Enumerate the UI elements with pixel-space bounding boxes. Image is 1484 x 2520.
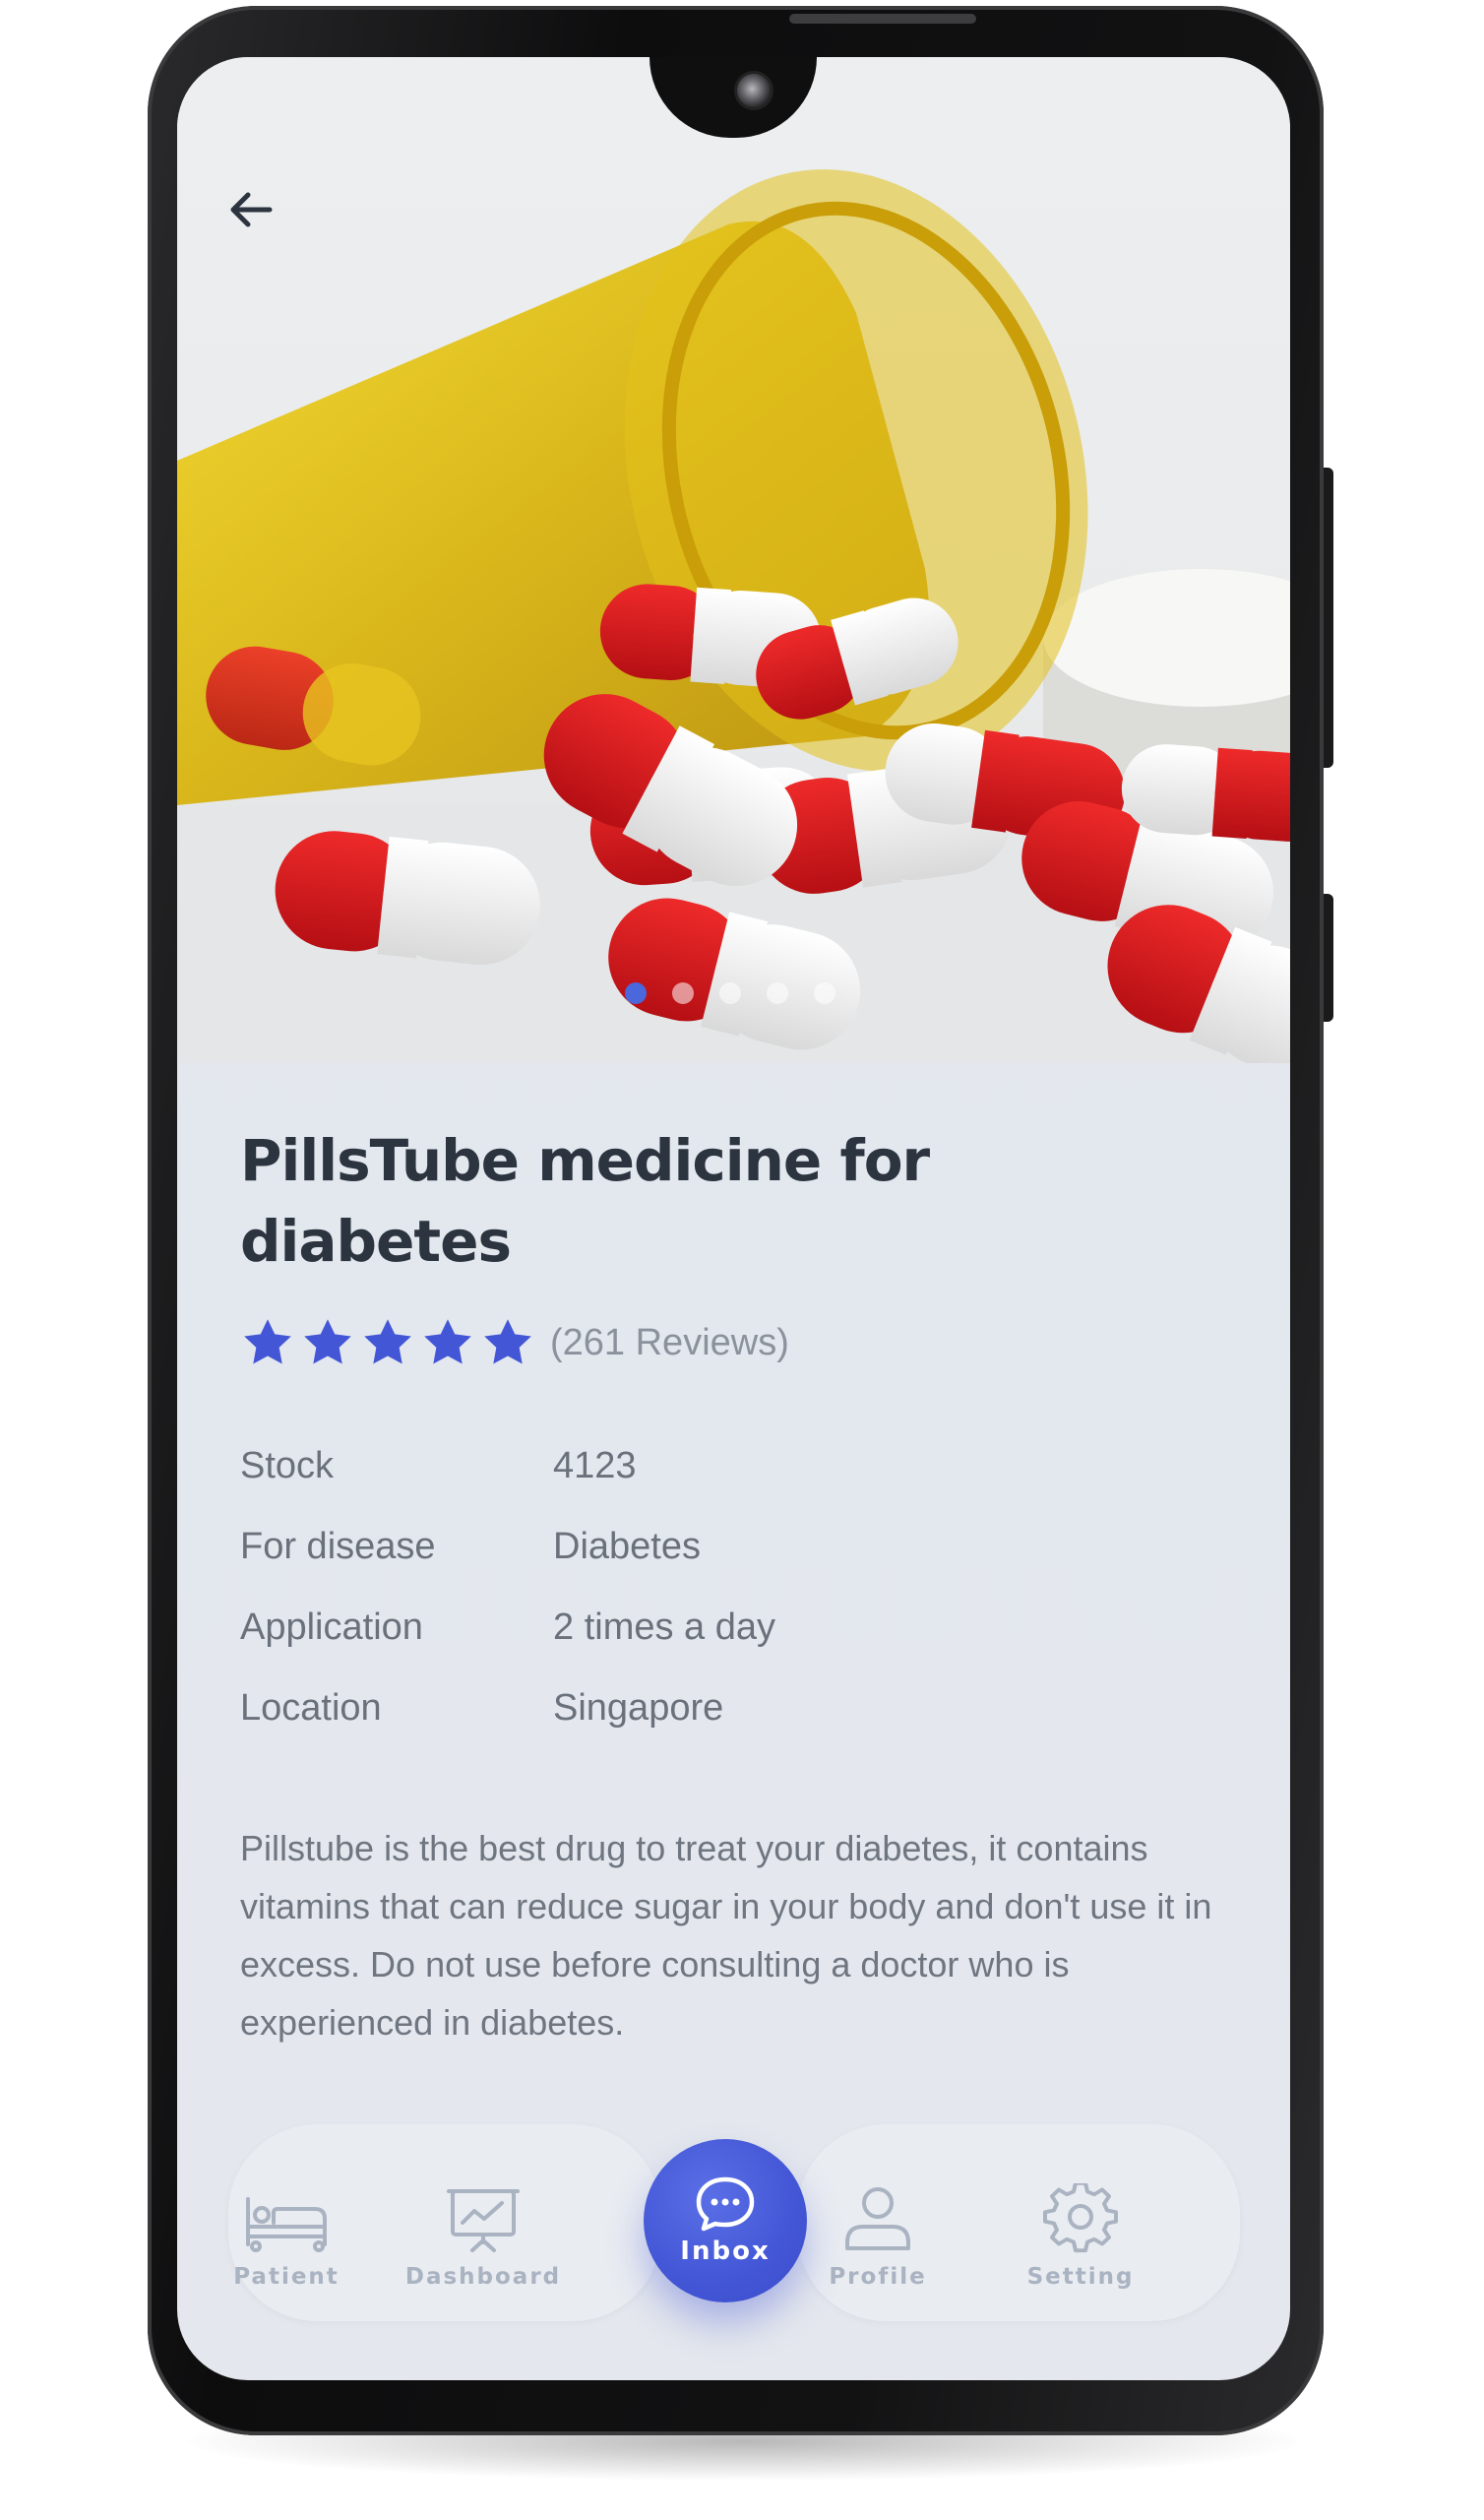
product-image-carousel[interactable] <box>177 57 1290 1063</box>
carousel-dot-1[interactable] <box>625 982 647 1004</box>
nav-label: Dashboard <box>404 2264 562 2290</box>
rating-row: (261 Reviews) <box>240 1315 789 1370</box>
nav-label: Setting <box>1026 2264 1135 2290</box>
spec-row-location: Location Singapore <box>240 1668 1126 1748</box>
device-mockup: PillsTube medicine for diabetes (261 Rev… <box>0 0 1484 2520</box>
carousel-dot-3[interactable] <box>719 982 741 1004</box>
app-screen: PillsTube medicine for diabetes (261 Rev… <box>177 57 1290 2380</box>
star-icon <box>424 1319 471 1364</box>
spec-value: 4123 <box>553 1444 637 1486</box>
carousel-indicator <box>625 982 835 1004</box>
product-title: PillsTube medicine for diabetes <box>240 1127 930 1275</box>
nav-item-inbox[interactable]: Inbox <box>644 2139 807 2302</box>
star-icon <box>244 1319 291 1364</box>
spec-label: Stock <box>240 1444 335 1486</box>
spec-row-stock: Stock 4123 <box>240 1425 1126 1506</box>
spec-value: Singapore <box>553 1686 724 1729</box>
front-camera <box>734 71 773 110</box>
spec-label: For disease <box>240 1525 436 1567</box>
nav-item-profile[interactable]: Profile <box>794 2183 961 2290</box>
gear-icon <box>1043 2183 1118 2253</box>
nav-item-patient[interactable]: Patient <box>203 2183 370 2290</box>
nav-item-dashboard[interactable]: Dashboard <box>400 2183 567 2290</box>
nav-item-setting[interactable]: Setting <box>997 2183 1164 2290</box>
spec-label: Application <box>240 1606 423 1648</box>
spec-row-disease: For disease Diabetes <box>240 1506 1126 1587</box>
user-icon <box>845 2187 910 2250</box>
carousel-dot-4[interactable] <box>767 982 788 1004</box>
chat-bubble-icon <box>696 2176 755 2232</box>
star-icon <box>484 1319 531 1364</box>
arrow-left-icon <box>230 192 273 227</box>
spec-row-application: Application 2 times a day <box>240 1587 1126 1668</box>
spec-label: Location <box>240 1686 382 1729</box>
star-icon <box>304 1319 351 1364</box>
bed-icon <box>246 2197 327 2252</box>
star-icon <box>364 1319 411 1364</box>
nav-label: Profile <box>829 2264 927 2290</box>
pill-bottle-photo <box>177 169 1290 1063</box>
spec-value: 2 times a day <box>553 1606 775 1648</box>
review-count[interactable]: (261 Reviews) <box>550 1322 789 1364</box>
presentation-chart-icon <box>447 2189 520 2252</box>
nav-label: Inbox <box>680 2236 771 2266</box>
back-button[interactable] <box>216 175 285 244</box>
speaker-grille <box>789 14 976 24</box>
product-specs: Stock 4123 For disease Diabetes Applicat… <box>240 1425 1126 1748</box>
nav-label: Patient <box>233 2264 340 2290</box>
spec-value: Diabetes <box>553 1525 701 1567</box>
carousel-dot-5[interactable] <box>814 982 835 1004</box>
carousel-dot-2[interactable] <box>672 982 694 1004</box>
product-description: Pillstube is the best drug to treat your… <box>240 1828 1212 2043</box>
